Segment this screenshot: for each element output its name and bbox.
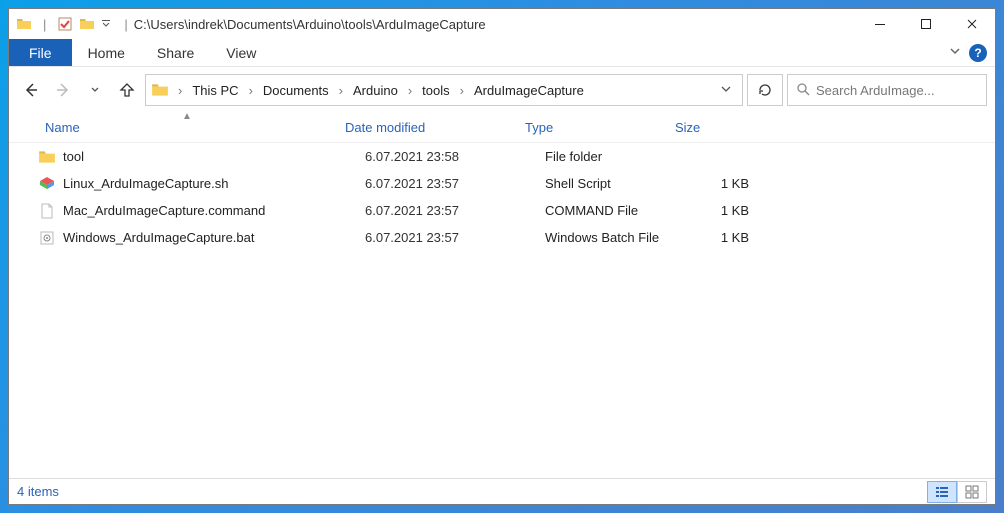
file-name: Mac_ArduImageCapture.command [63, 203, 357, 218]
file-name: tool [63, 149, 357, 164]
title-bar: | | C:\Users\indrek\Documents\Arduino\to… [9, 9, 995, 39]
column-date[interactable]: Date modified [337, 120, 517, 135]
file-size: 1 KB [687, 203, 757, 218]
tab-share[interactable]: Share [141, 39, 210, 66]
folder-icon [37, 147, 57, 167]
minimize-button[interactable] [857, 9, 903, 39]
folder-icon [15, 15, 33, 33]
file-date: 6.07.2021 23:57 [357, 203, 537, 218]
chevron-right-icon[interactable]: › [335, 83, 347, 98]
breadcrumb-item[interactable]: Documents [257, 75, 335, 105]
file-name: Windows_ArduImageCapture.bat [63, 230, 357, 245]
file-row[interactable]: Mac_ArduImageCapture.command6.07.2021 23… [37, 197, 995, 224]
breadcrumb-folder-icon [150, 80, 170, 100]
maximize-button[interactable] [903, 9, 949, 39]
quick-access-check-icon[interactable] [56, 15, 74, 33]
file-row[interactable]: tool6.07.2021 23:58File folder [37, 143, 995, 170]
breadcrumb-item[interactable]: This PC [186, 75, 244, 105]
explorer-window: | | C:\Users\indrek\Documents\Arduino\to… [8, 8, 996, 505]
close-button[interactable] [949, 9, 995, 39]
file-name: Linux_ArduImageCapture.sh [63, 176, 357, 191]
view-large-icons-button[interactable] [957, 481, 987, 503]
recent-locations-button[interactable] [81, 76, 109, 104]
window-title: C:\Users\indrek\Documents\Arduino\tools\… [134, 17, 857, 32]
ribbon-tabs: File Home Share View ? [9, 39, 995, 67]
file-date: 6.07.2021 23:57 [357, 230, 537, 245]
up-button[interactable] [113, 76, 141, 104]
quick-access-dropdown-icon[interactable] [100, 19, 112, 29]
tab-view[interactable]: View [210, 39, 272, 66]
file-type: COMMAND File [537, 203, 687, 218]
column-type[interactable]: Type [517, 120, 667, 135]
file-type: Shell Script [537, 176, 687, 191]
help-button[interactable]: ? [969, 44, 987, 62]
search-icon [796, 82, 810, 99]
file-icon [37, 201, 57, 221]
back-button[interactable] [17, 76, 45, 104]
chevron-right-icon[interactable]: › [174, 83, 186, 98]
file-date: 6.07.2021 23:58 [357, 149, 537, 164]
quick-access-folder-icon[interactable] [78, 15, 96, 33]
column-name[interactable]: ▲ Name [37, 120, 337, 135]
nav-bar: › This PC › Documents › Arduino › tools … [9, 67, 995, 113]
file-list: ▲ Name Date modified Type Size tool6.07.… [9, 113, 995, 478]
search-input[interactable]: Search ArduImage... [787, 74, 987, 106]
file-type: File folder [537, 149, 687, 164]
search-placeholder: Search ArduImage... [816, 83, 935, 98]
gear-icon [37, 228, 57, 248]
breadcrumb-dropdown-icon[interactable] [710, 83, 742, 98]
tab-home[interactable]: Home [72, 39, 141, 66]
separator: | [43, 17, 46, 32]
status-bar: 4 items [9, 478, 995, 504]
view-details-button[interactable] [927, 481, 957, 503]
file-row[interactable]: Linux_ArduImageCapture.sh6.07.2021 23:57… [37, 170, 995, 197]
tab-file[interactable]: File [9, 39, 72, 66]
item-count: 4 items [17, 484, 59, 499]
file-type: Windows Batch File [537, 230, 687, 245]
file-size: 1 KB [687, 230, 757, 245]
column-headers: ▲ Name Date modified Type Size [9, 113, 995, 143]
breadcrumb-item[interactable]: tools [416, 75, 455, 105]
file-size: 1 KB [687, 176, 757, 191]
sort-indicator-icon: ▲ [182, 113, 192, 122]
refresh-button[interactable] [747, 74, 783, 106]
forward-button[interactable] [49, 76, 77, 104]
file-date: 6.07.2021 23:57 [357, 176, 537, 191]
breadcrumb-item[interactable]: ArduImageCapture [468, 75, 590, 105]
column-size[interactable]: Size [667, 120, 737, 135]
ribbon-expand-icon[interactable] [949, 45, 961, 60]
file-row[interactable]: Windows_ArduImageCapture.bat6.07.2021 23… [37, 224, 995, 251]
script-icon [37, 174, 57, 194]
chevron-right-icon[interactable]: › [245, 83, 257, 98]
breadcrumb-item[interactable]: Arduino [347, 75, 404, 105]
separator: | [124, 17, 127, 32]
breadcrumb-bar[interactable]: › This PC › Documents › Arduino › tools … [145, 74, 743, 106]
chevron-right-icon[interactable]: › [404, 83, 416, 98]
chevron-right-icon[interactable]: › [456, 83, 468, 98]
